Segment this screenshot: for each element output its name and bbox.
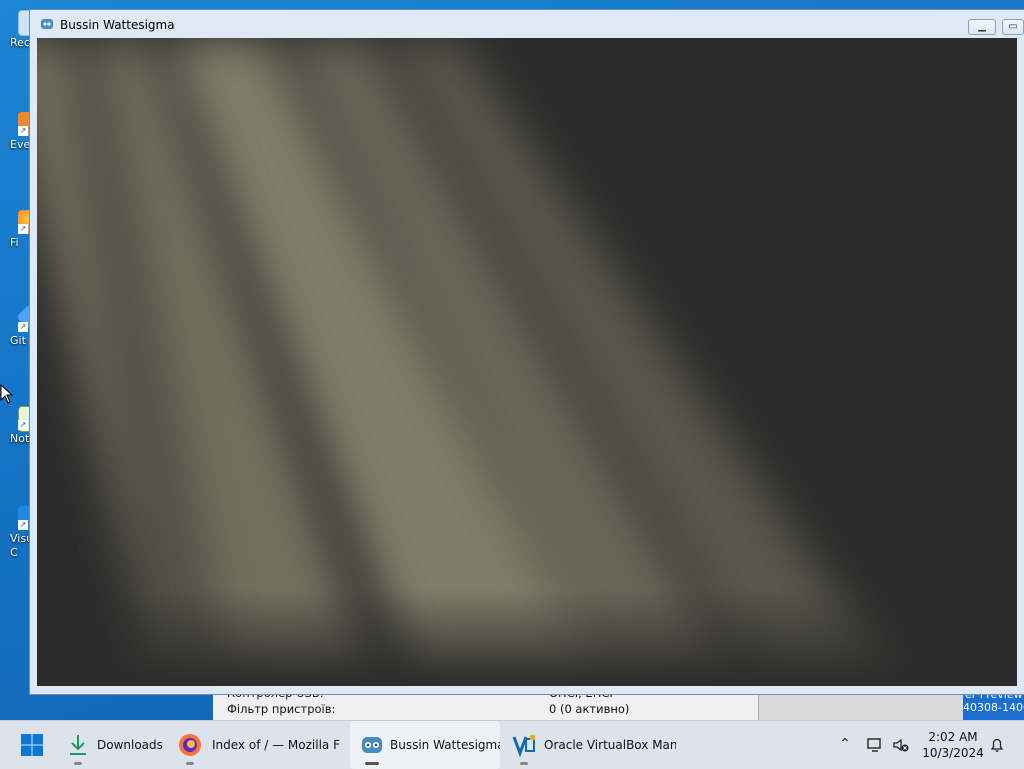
system-tray: ⌃ 2:02 AM 10/3/2024 xyxy=(830,721,1024,769)
taskbar-item-bussin-wattesigma[interactable]: Bussin Wattesigma xyxy=(350,721,500,769)
game-viewport[interactable] xyxy=(37,38,1017,686)
minimize-button[interactable]: ▁ xyxy=(968,19,996,35)
firefox-icon xyxy=(179,734,201,756)
window-titlebar[interactable]: Bussin Wattesigma ▁ ▭ xyxy=(30,10,1024,38)
taskbar-item-firefox[interactable]: Index of / — Mozilla Fir xyxy=(168,721,344,769)
taskbar-item-virtualbox[interactable]: Oracle VirtualBox Mana xyxy=(502,721,678,769)
clock-date: 10/3/2024 xyxy=(922,746,984,760)
light-rays-scene xyxy=(37,38,1017,686)
clock[interactable]: 2:02 AM 10/3/2024 xyxy=(920,729,986,761)
device-filters-row: Фільтр пристроїв: 0 (0 активно) xyxy=(227,702,629,716)
maximize-button[interactable]: ▭ xyxy=(1002,19,1024,35)
windows-start-icon xyxy=(21,734,43,756)
shortcut-arrow-icon: ↗ xyxy=(18,126,28,136)
taskbar-item-label: Index of / — Mozilla Fir xyxy=(212,738,340,752)
shortcut-arrow-icon: ↗ xyxy=(18,420,28,430)
downloads-icon xyxy=(70,735,86,755)
window-title: Bussin Wattesigma xyxy=(60,18,175,32)
bell-icon[interactable] xyxy=(988,736,1006,754)
maximize-icon: ▭ xyxy=(1008,21,1018,32)
clock-time: 2:02 AM xyxy=(928,730,978,744)
godot-icon xyxy=(41,19,53,29)
taskbar-item-downloads[interactable]: Downloads xyxy=(56,721,168,769)
shortcut-arrow-icon: ↗ xyxy=(18,322,28,332)
game-window: Bussin Wattesigma ▁ ▭ xyxy=(29,9,1024,695)
godot-icon xyxy=(362,737,382,753)
taskbar-item-label: Bussin Wattesigma xyxy=(390,738,500,752)
taskbar-item-label: Oracle VirtualBox Mana xyxy=(544,738,676,752)
start-button[interactable] xyxy=(10,721,54,769)
desktop-icon-label: Fi xyxy=(10,236,19,249)
device-filters-value: 0 (0 активно) xyxy=(549,702,630,716)
network-icon[interactable] xyxy=(866,736,884,754)
taskbar-indicator xyxy=(186,762,194,765)
taskbar-item-label: Downloads xyxy=(97,738,163,752)
preview-build: 40308-1400 xyxy=(963,701,1024,714)
virtualbox-icon xyxy=(512,735,535,757)
minimize-icon: ▁ xyxy=(978,21,986,32)
taskbar-indicator xyxy=(365,762,379,765)
mouse-cursor-icon xyxy=(0,384,14,404)
shortcut-arrow-icon: ↗ xyxy=(18,520,28,530)
taskbar: Downloads Index of / — Mozilla Fir Bussi… xyxy=(0,720,1024,769)
taskbar-indicator xyxy=(74,762,82,765)
device-filters-label: Фільтр пристроїв: xyxy=(227,702,336,716)
taskbar-indicator xyxy=(520,762,528,765)
volume-muted-icon[interactable] xyxy=(892,736,910,754)
desktop-icon-label: Git xyxy=(10,334,26,347)
chevron-up-icon[interactable]: ⌃ xyxy=(836,736,854,754)
shortcut-arrow-icon: ↗ xyxy=(18,224,28,234)
desktop-icon-label: Eve xyxy=(10,138,31,151)
